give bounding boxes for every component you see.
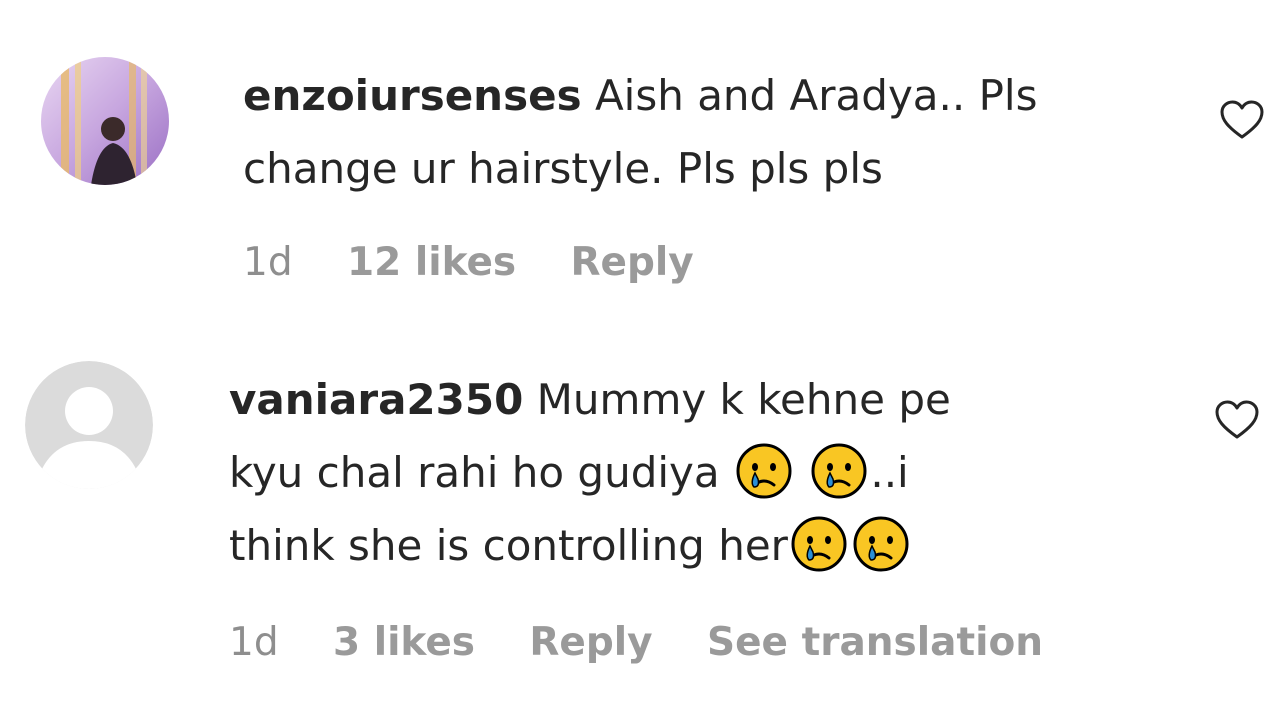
comment-time[interactable]: 1d <box>243 240 293 285</box>
comment-item: vaniara2350 Mummy k kehne pe kyu chal ra… <box>0 330 1280 720</box>
comment-body-line: kyu chal rahi ho gudiya <box>229 448 720 497</box>
user-photo-avatar-icon <box>41 57 169 185</box>
comment-likes-count[interactable]: 3 likes <box>333 620 475 665</box>
comment-meta: 1d 3 likes Reply See translation <box>229 620 1085 665</box>
comment-body-line: Mummy k kehne pe <box>536 375 951 424</box>
comment-item: enzoiursenses Aish and Aradya.. Pls chan… <box>0 0 1280 330</box>
default-avatar-icon <box>25 361 153 489</box>
comment-text: vaniara2350 Mummy k kehne pe kyu chal ra… <box>229 363 1159 582</box>
comment-meta: 1d 12 likes Reply <box>243 240 736 285</box>
crying-face-emoji-icon <box>736 443 792 499</box>
comment-body-line: ..i <box>870 448 909 497</box>
comment-username[interactable]: vaniara2350 <box>229 375 523 424</box>
comment-text: enzoiursenses Aish and Aradya.. Pls chan… <box>243 59 1173 205</box>
reply-button[interactable]: Reply <box>529 620 652 665</box>
heart-outline-icon[interactable] <box>1213 396 1261 444</box>
user-avatar[interactable] <box>25 361 153 489</box>
crying-face-emoji-icon <box>853 516 909 572</box>
crying-face-emoji-icon <box>791 516 847 572</box>
comment-body-line: Aish and Aradya.. Pls <box>594 71 1038 120</box>
comment-time[interactable]: 1d <box>229 620 279 665</box>
comment-username[interactable]: enzoiursenses <box>243 71 582 120</box>
comment-likes-count[interactable]: 12 likes <box>347 240 516 285</box>
reply-button[interactable]: Reply <box>571 240 694 285</box>
see-translation-button[interactable]: See translation <box>707 620 1043 665</box>
user-avatar[interactable] <box>41 57 169 185</box>
crying-face-emoji-icon <box>811 443 867 499</box>
comment-body-line: think she is controlling her <box>229 521 788 570</box>
heart-outline-icon[interactable] <box>1218 96 1266 144</box>
comment-body-line: change ur hairstyle. Pls pls pls <box>243 144 883 193</box>
